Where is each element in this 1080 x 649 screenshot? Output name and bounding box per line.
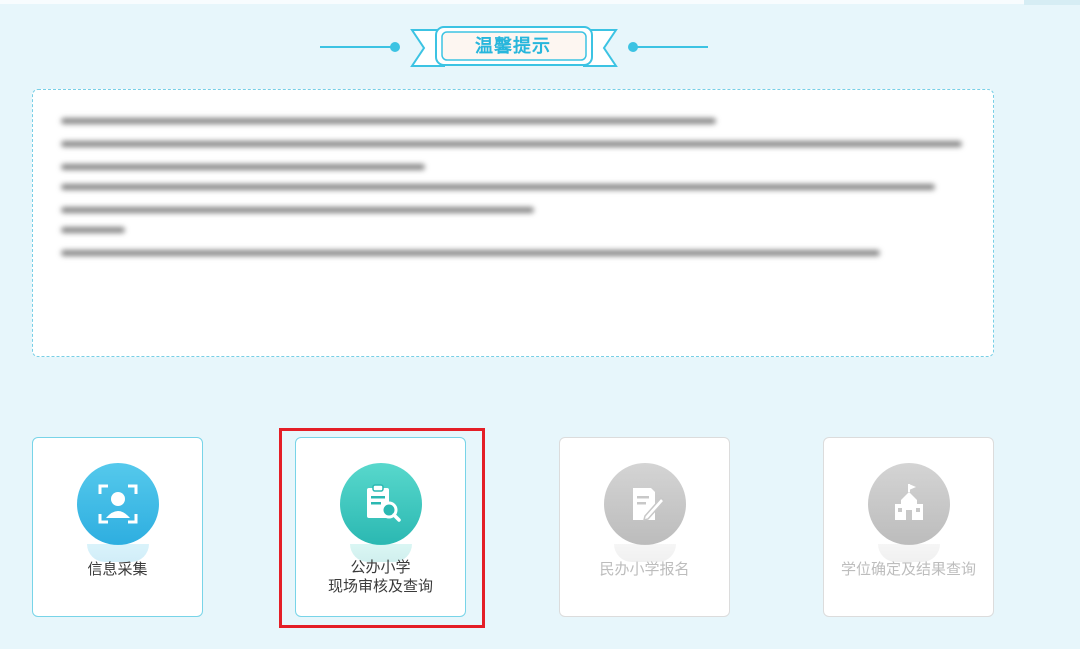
card-label: 民办小学报名 <box>599 560 690 578</box>
card-label: 信息采集 <box>87 560 148 578</box>
card-private-primary-registration[interactable]: 民办小学报名 <box>559 437 730 617</box>
card-icon-circle <box>604 463 686 545</box>
notice-blurred-text <box>61 118 971 273</box>
card-icon-circle <box>868 463 950 545</box>
top-right-corner <box>1024 0 1080 5</box>
notice-title: 温馨提示 <box>475 36 551 57</box>
card-icon-circle <box>77 463 159 545</box>
card-seat-confirmation-query[interactable]: 学位确定及结果查询 <box>823 437 994 617</box>
title-left-dot <box>390 42 400 52</box>
title-left-line <box>320 46 392 48</box>
face-scan-icon <box>98 484 138 524</box>
card-info-collection[interactable]: 信息采集 <box>32 437 203 617</box>
notice-box <box>32 89 994 357</box>
school-icon <box>895 484 923 520</box>
title-right-line <box>636 46 708 48</box>
top-strip <box>0 0 1080 4</box>
highlight-box <box>279 428 485 628</box>
card-label: 学位确定及结果查询 <box>840 560 976 578</box>
edit-form-icon <box>633 488 666 522</box>
